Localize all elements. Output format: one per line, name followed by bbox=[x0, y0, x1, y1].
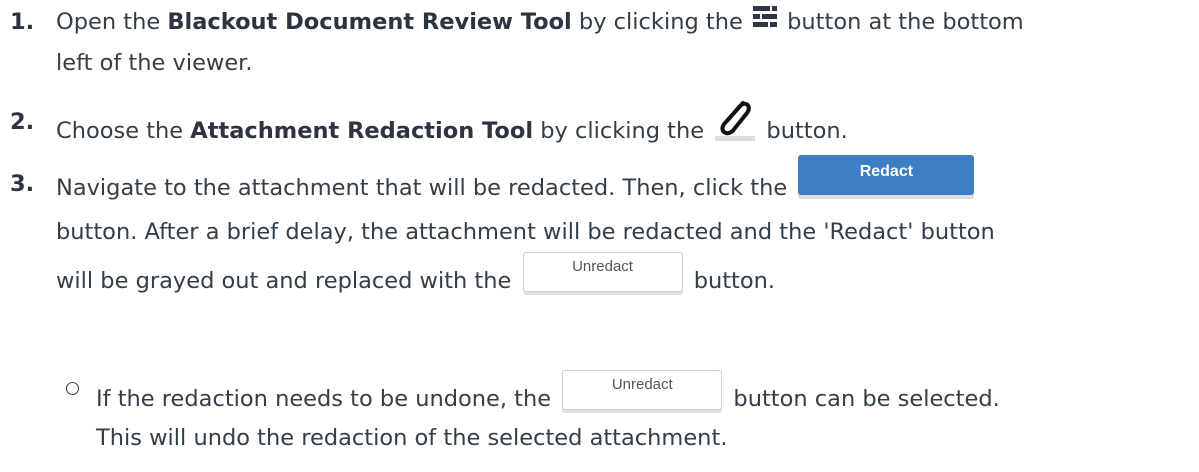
tool-name: Blackout Document Review Tool bbox=[167, 9, 572, 35]
step-text: button. bbox=[759, 118, 848, 144]
step-text: by clicking the bbox=[571, 9, 750, 35]
bullet-text: button can be selected. bbox=[733, 386, 1000, 412]
step-text: button at the bottom bbox=[779, 9, 1024, 35]
step-text: Open the bbox=[56, 9, 168, 35]
step-text: Navigate to the attachment that will be … bbox=[56, 175, 788, 201]
redact-button[interactable]: Redact bbox=[798, 154, 975, 195]
unredact-button[interactable]: Unredact bbox=[562, 369, 723, 410]
tool-name: Attachment Redaction Tool bbox=[190, 118, 534, 144]
step-text: left of the viewer. bbox=[56, 49, 253, 76]
step-number: 2. bbox=[10, 109, 35, 135]
step-text: button. bbox=[693, 268, 776, 294]
step-number: 3. bbox=[10, 171, 35, 197]
step-number: 1. bbox=[10, 9, 35, 35]
step-text: button. After a brief delay, the attachm… bbox=[56, 219, 995, 245]
step-text: by clicking the bbox=[533, 118, 712, 144]
step-text: Choose the bbox=[56, 118, 191, 144]
bullet-text: If the redaction needs to be undone, the bbox=[96, 386, 552, 412]
paperclip-icon[interactable] bbox=[713, 96, 757, 155]
bullet-text: This will undo the redaction of the sele… bbox=[96, 425, 728, 451]
unredact-button[interactable]: Unredact bbox=[522, 251, 683, 292]
review-tool-icon[interactable] bbox=[752, 3, 778, 43]
step-text: will be grayed out and replaced with the bbox=[56, 268, 512, 294]
bullet-icon bbox=[66, 382, 79, 395]
